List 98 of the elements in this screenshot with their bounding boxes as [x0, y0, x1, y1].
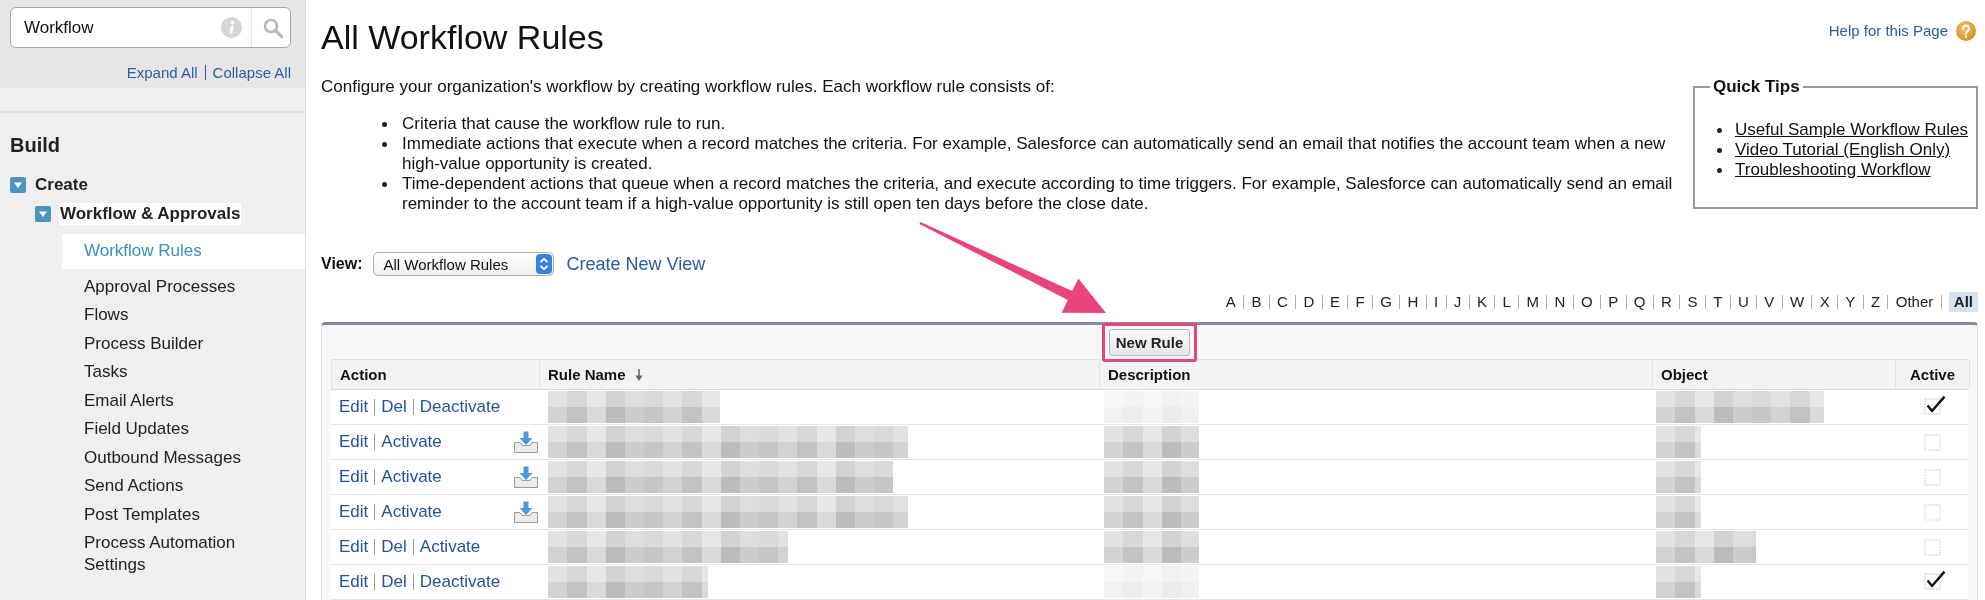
sort-arrow-icon[interactable] — [634, 368, 643, 381]
blurred-text — [1656, 461, 1701, 493]
tree-item[interactable]: Email Alerts — [84, 386, 174, 415]
action-link[interactable]: Activate — [419, 537, 481, 557]
action-link[interactable]: Edit — [339, 502, 369, 522]
alphabet-filter-link[interactable]: H — [1407, 292, 1419, 312]
download-tray-icon[interactable] — [514, 466, 538, 488]
action-link[interactable]: Activate — [381, 432, 442, 452]
bullet-icon — [382, 122, 387, 127]
bullet-text: Criteria that cause the workflow rule to run. — [402, 114, 726, 134]
blurred-text — [1656, 566, 1701, 598]
toggle-icon[interactable] — [10, 176, 26, 193]
alphabet-filter-link[interactable]: L — [1502, 292, 1511, 312]
toggle-icon[interactable] — [35, 205, 51, 222]
alphabet-filter-link[interactable]: I — [1434, 292, 1439, 312]
tree-item[interactable]: Create — [34, 173, 89, 196]
tree-item[interactable]: Field Updates — [84, 415, 189, 444]
alphabet-filter-link[interactable]: B — [1251, 292, 1262, 312]
action-link[interactable]: Edit — [339, 432, 369, 452]
quick-tip-link[interactable]: Troubleshooting Workflow — [1735, 160, 1931, 180]
bullet-icon — [382, 182, 387, 187]
bullet-text: Immediate actions that execute when a record matches the criteria. For example, Salesforce can automatically send an email that notifies the account team when a new high-value opportunity is created. — [402, 134, 1667, 174]
alphabet-filter-link[interactable]: Q — [1633, 292, 1646, 312]
bullet-text: Time-dependent actions that queue when a record matches the criteria, and execute according to time triggers. For example, Salesforce can automatically send an email reminder to the account team if a high-value opportunity is still open ten days before the close date. — [402, 174, 1674, 214]
bullet-icon — [1717, 148, 1722, 153]
search-icon[interactable] — [263, 17, 283, 38]
alphabet-filter-link[interactable]: J — [1453, 292, 1462, 312]
action-link[interactable]: Del — [381, 572, 407, 592]
view-label: View: — [321, 255, 363, 273]
action-link[interactable]: Del — [381, 397, 407, 417]
column-header[interactable]: Description — [1099, 360, 1652, 389]
page-title: All Workflow Rules — [321, 17, 604, 57]
alphabet-filter-link[interactable]: R — [1661, 292, 1672, 312]
section-heading: Build — [10, 133, 60, 157]
tree-item[interactable]: Post Templates — [84, 500, 200, 529]
alphabet-filter-link[interactable]: X — [1819, 292, 1830, 312]
download-tray-icon[interactable] — [514, 431, 538, 453]
tree-item[interactable]: Workflow Rules — [62, 234, 305, 269]
alphabet-filter-link[interactable]: O — [1580, 292, 1593, 312]
column-header[interactable]: Rule Name — [539, 360, 1099, 389]
alphabet-filter-link[interactable]: A — [1225, 292, 1236, 312]
tree-item[interactable]: Workflow & Approvals — [59, 202, 242, 225]
alphabet-filter-link[interactable]: Y — [1845, 292, 1856, 312]
action-link[interactable]: Deactivate — [419, 397, 501, 417]
alphabet-filter-link[interactable]: N — [1554, 292, 1566, 312]
alphabet-filter-link[interactable]: V — [1764, 292, 1775, 312]
tree-item[interactable]: Flows — [84, 301, 129, 330]
alphabet-filter-link[interactable]: Other — [1895, 292, 1934, 312]
blurred-text — [1656, 496, 1701, 528]
action-link[interactable]: Activate — [381, 502, 442, 522]
column-header[interactable]: Object — [1652, 360, 1895, 389]
download-tray-icon[interactable] — [514, 501, 538, 523]
alphabet-filter-link[interactable]: T — [1713, 292, 1723, 312]
action-link[interactable]: Edit — [339, 467, 369, 487]
bullet-icon — [382, 142, 387, 147]
alphabet-filter-link[interactable]: M — [1526, 292, 1539, 312]
tree-item[interactable]: Send Actions — [84, 472, 184, 501]
alphabet-filter-link[interactable]: W — [1789, 292, 1805, 312]
sidebar-link[interactable]: Expand All — [126, 64, 198, 81]
alphabet-filter-link[interactable]: K — [1476, 292, 1487, 312]
quick-tip-link[interactable]: Useful Sample Workflow Rules — [1735, 120, 1969, 140]
intro-text: Configure your organization's workflow by creating workflow rules. Each workflow rule consists of: — [321, 77, 1056, 97]
sidebar-link[interactable]: Collapse All — [212, 64, 291, 81]
alphabet-filter-link[interactable]: G — [1380, 292, 1392, 312]
quick-tip-link[interactable]: Video Tutorial (English Only) — [1735, 140, 1951, 160]
alphabet-filter-link[interactable]: S — [1687, 292, 1698, 312]
tree-item[interactable]: Process Builder — [84, 329, 204, 358]
action-link[interactable]: Edit — [339, 572, 369, 592]
search-field[interactable]: Workflow — [10, 7, 291, 48]
action-link[interactable]: Activate — [381, 467, 442, 487]
alphabet-filter-link[interactable]: P — [1608, 292, 1619, 312]
alphabet-filter-link[interactable]: F — [1355, 292, 1365, 312]
alphabet-filter-link[interactable]: C — [1277, 292, 1288, 312]
action-link[interactable]: Deactivate — [419, 572, 501, 592]
column-header[interactable]: Action — [331, 360, 539, 389]
bullet-icon — [1717, 168, 1722, 173]
alphabet-filter-link[interactable]: All — [1948, 292, 1978, 312]
action-link[interactable]: Del — [381, 537, 407, 557]
stepper-icon[interactable] — [535, 254, 552, 274]
new-rule-button[interactable]: New Rule — [1108, 328, 1191, 356]
alphabet-filter-link[interactable]: U — [1737, 292, 1749, 312]
alphabet-filter-link[interactable]: D — [1303, 292, 1315, 312]
tree-item[interactable]: Approval Processes — [84, 272, 236, 301]
alphabet-filter-link[interactable]: Z — [1870, 292, 1881, 312]
help-icon[interactable] — [1956, 21, 1976, 41]
blurred-text — [1656, 426, 1701, 458]
tree-item[interactable]: Process Automation Settings — [84, 529, 259, 580]
action-link[interactable]: Edit — [339, 397, 369, 417]
tree-item[interactable]: Outbound Messages — [84, 443, 241, 472]
alphabet-filter-link[interactable]: E — [1329, 292, 1340, 312]
create-view-link[interactable]: Create New View — [566, 253, 706, 275]
action-link[interactable]: Edit — [339, 537, 369, 557]
bullet-icon — [1717, 128, 1722, 133]
tree-item[interactable]: Tasks — [84, 358, 128, 387]
view-select[interactable]: All Workflow Rules — [372, 252, 554, 276]
column-header[interactable]: Active — [1895, 360, 1970, 389]
help-link[interactable]: Help for this Page — [1828, 21, 1948, 41]
quick-tips-title: Quick Tips — [1712, 77, 1801, 97]
